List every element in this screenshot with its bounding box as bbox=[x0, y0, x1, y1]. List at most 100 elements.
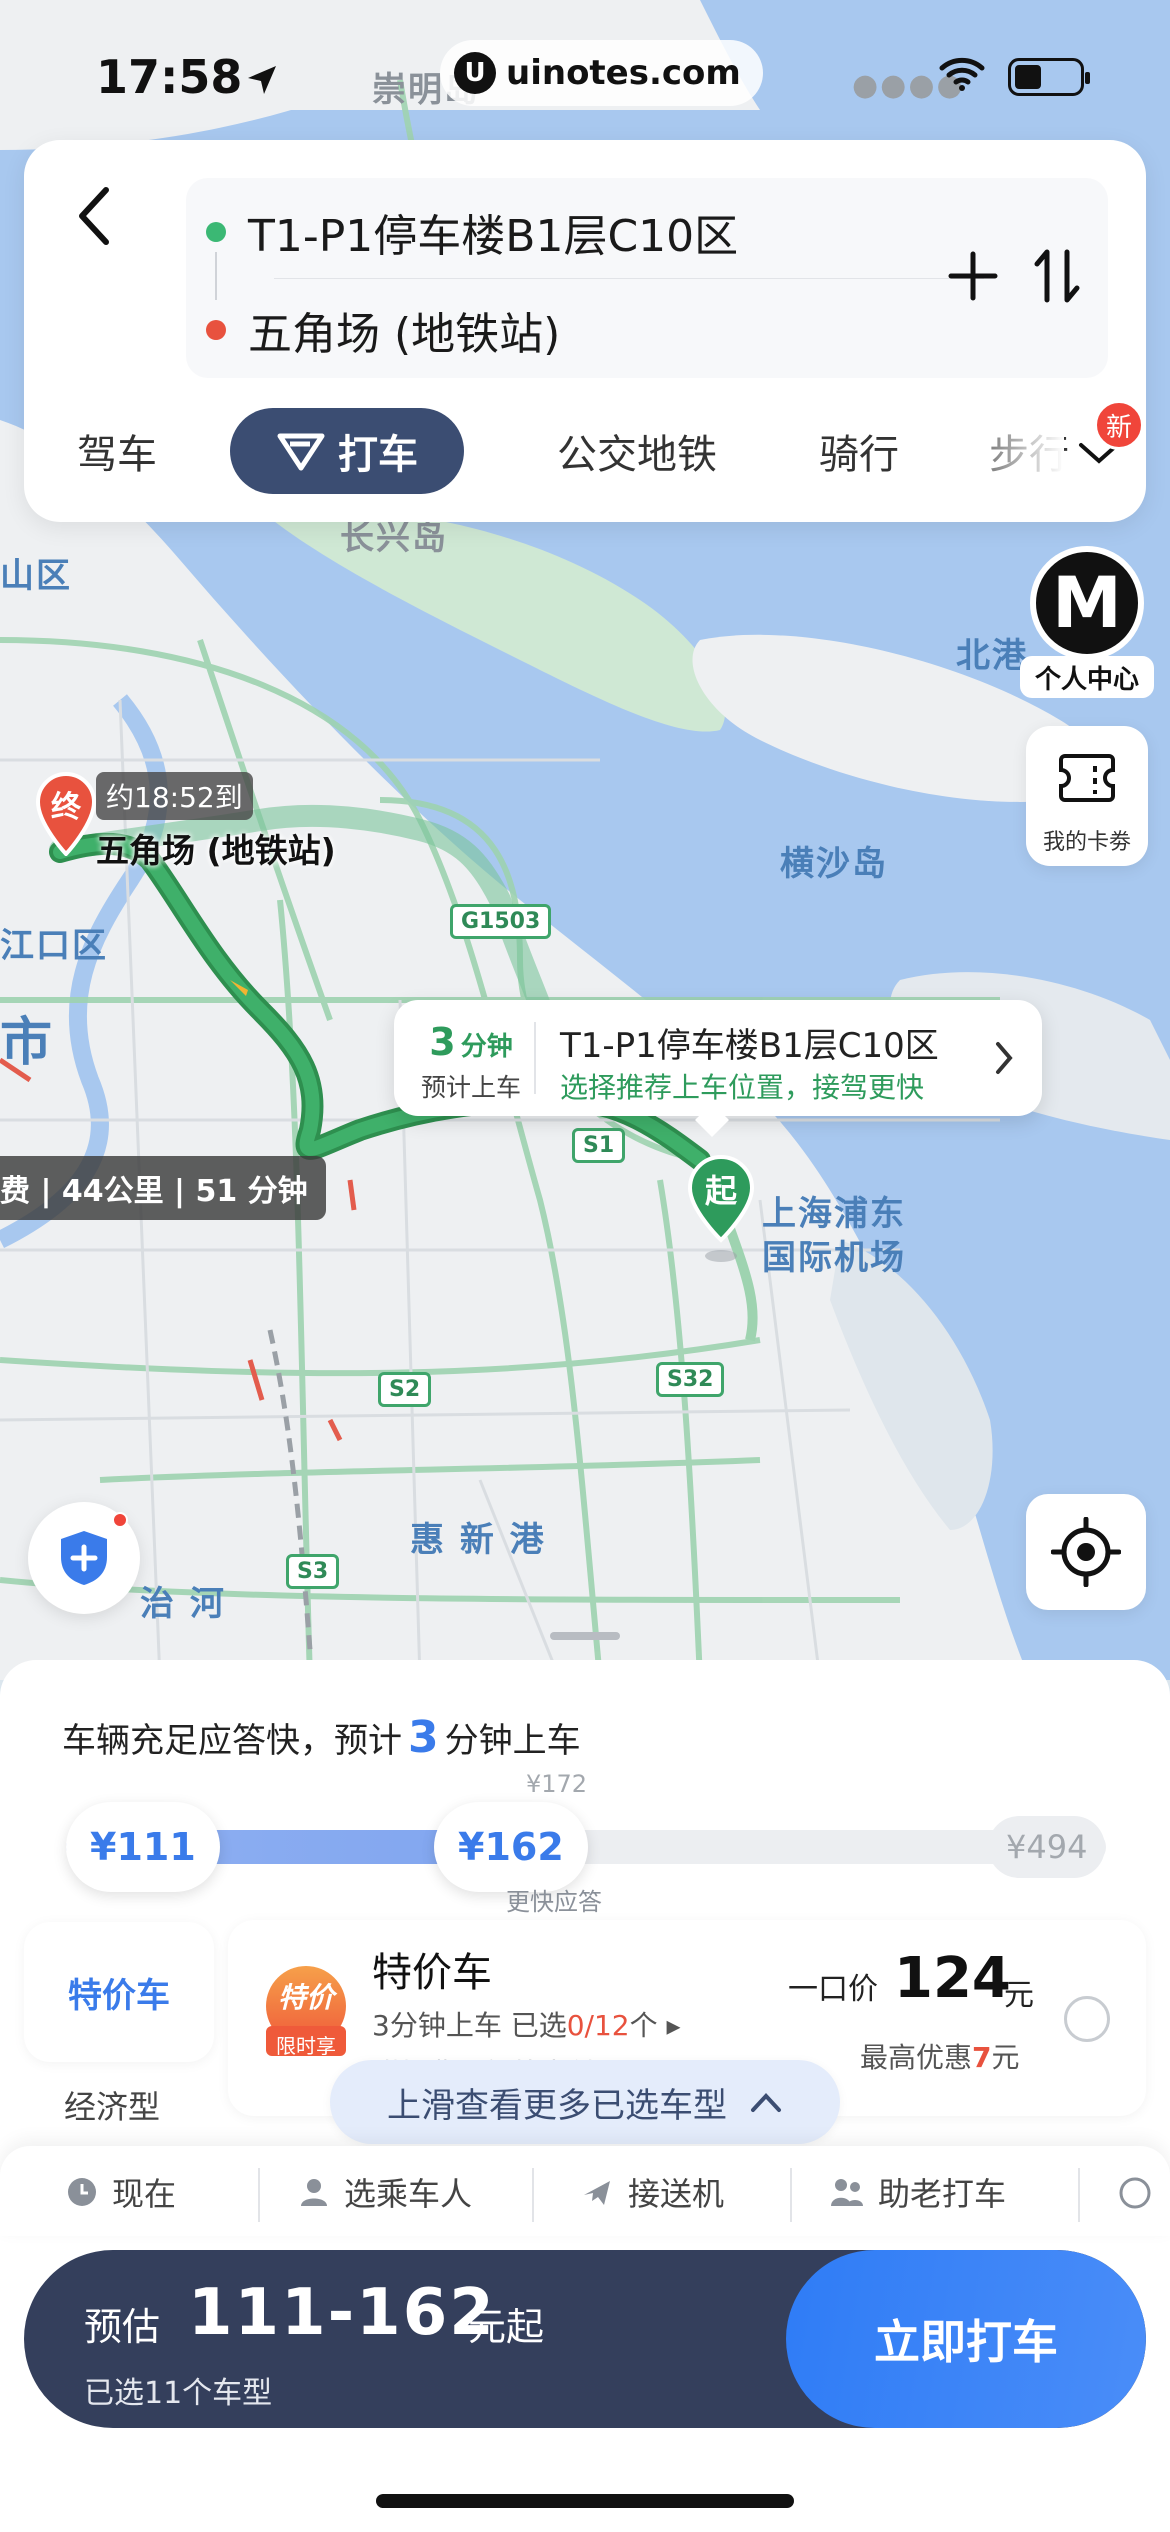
destination-row[interactable]: 五角场 (地铁站) bbox=[206, 298, 560, 362]
option-elder-ride[interactable]: 助老打车 bbox=[830, 2164, 1006, 2220]
road-shield-s2: S2 bbox=[378, 1372, 432, 1407]
destination-marker-label: 终 bbox=[51, 790, 81, 825]
shield-icon bbox=[61, 1531, 107, 1585]
location-arrow-icon bbox=[248, 66, 276, 94]
price-range-slider[interactable]: ¥172 ¥111 ¥162 更快应答 ¥494 bbox=[66, 1770, 1106, 1916]
profile-center-label: 个人中心 bbox=[1020, 656, 1154, 698]
route-card: T1-P1停车楼B1层C10区 五角场 (地铁站) 驾车 打车 公交地铁 骑行 … bbox=[24, 140, 1146, 522]
car-meta-post: 个 bbox=[629, 2009, 658, 2042]
map-label-shanqu: 山区 bbox=[0, 556, 72, 596]
tab-taxi[interactable]: 打车 bbox=[230, 408, 464, 494]
call-taxi-button[interactable]: 立即打车 bbox=[786, 2250, 1146, 2428]
profile-logo-icon: M bbox=[1030, 546, 1144, 660]
headline-minutes: 3 bbox=[408, 1712, 439, 1763]
discount-amount: 7 bbox=[972, 2041, 992, 2074]
option-divider bbox=[790, 2168, 792, 2222]
option-airport-label: 接送机 bbox=[628, 2175, 725, 2213]
address-box: T1-P1停车楼B1层C10区 五角场 (地铁站) bbox=[186, 178, 1108, 378]
sheet-drag-handle[interactable] bbox=[550, 1632, 620, 1640]
more-options-icon[interactable] bbox=[1118, 2176, 1152, 2210]
my-coupons-button[interactable]: 我的卡劵 bbox=[1026, 726, 1148, 866]
address-divider bbox=[274, 278, 984, 279]
car-select-checkbox[interactable] bbox=[1064, 1996, 1110, 2042]
category-tab-discount[interactable]: 特价车 bbox=[24, 1922, 214, 2062]
tab-bike[interactable]: 骑行 bbox=[794, 408, 924, 494]
clock-icon bbox=[68, 2178, 96, 2206]
notification-dot bbox=[112, 1512, 128, 1528]
option-divider bbox=[532, 2168, 534, 2222]
locate-crosshair-icon bbox=[1051, 1517, 1121, 1587]
elder-icon bbox=[831, 2179, 863, 2206]
map-label-shi: 市 bbox=[0, 1013, 55, 1073]
tab-drive[interactable]: 驾车 bbox=[52, 408, 182, 494]
pickup-hint: 选择推荐上车位置，接驾更快 bbox=[560, 1071, 925, 1104]
map-label-pudong-airport: 上海浦东 国际机场 bbox=[762, 1194, 906, 1278]
taxi-logo-icon bbox=[277, 433, 325, 471]
swap-icon bbox=[1034, 249, 1080, 303]
tab-transit[interactable]: 公交地铁 bbox=[522, 408, 752, 494]
start-marker-label: 起 bbox=[704, 1172, 737, 1210]
bottom-sheet: 车辆充足应答快，预计 3 分钟上车 ¥172 ¥111 ¥162 更快应答 ¥494… bbox=[0, 1660, 1170, 2532]
slider-below-label: 更快应答 bbox=[506, 1888, 602, 1916]
option-now-label: 现在 bbox=[112, 2175, 177, 2213]
option-divider bbox=[258, 2168, 260, 2222]
swap-route-button[interactable] bbox=[1022, 236, 1092, 316]
add-waypoint-button[interactable] bbox=[938, 236, 1008, 316]
option-airport[interactable]: 接送机 bbox=[580, 2164, 724, 2220]
discount-pre: 最高优惠 bbox=[860, 2041, 973, 2074]
pickup-eta-sub: 预计上车 bbox=[420, 1073, 521, 1102]
start-marker[interactable]: 起 bbox=[686, 1154, 756, 1270]
map-label-zhihe: 治 河 bbox=[140, 1584, 226, 1624]
status-time: 17:58 bbox=[96, 50, 243, 104]
road-shield-s1: S1 bbox=[572, 1128, 626, 1163]
swipe-up-hint[interactable]: 上滑查看更多已选车型 bbox=[330, 2060, 840, 2144]
pickup-headline: 车辆充足应答快，预计 3 分钟上车 bbox=[62, 1712, 581, 1763]
car-price: 124 bbox=[894, 1946, 1011, 2011]
logo-text-top: 特价 bbox=[277, 1981, 334, 2014]
person-icon bbox=[301, 2179, 327, 2206]
plane-icon bbox=[584, 2181, 610, 2205]
category-tab-economy[interactable]: 经济型 bbox=[64, 2082, 160, 2128]
profile-center-button[interactable]: M 个人中心 bbox=[1020, 546, 1170, 698]
map-label-beigang: 北港 bbox=[956, 636, 1028, 676]
address-connector bbox=[215, 252, 217, 300]
new-badge: 新 bbox=[1094, 400, 1144, 450]
plus-icon bbox=[948, 251, 998, 301]
route-summary-pill: 费 | 44公里 | 51 分钟 bbox=[0, 1156, 326, 1220]
pickup-eta-minutes: 3 bbox=[429, 1020, 456, 1064]
pickup-place: T1-P1停车楼B1层C10区 bbox=[560, 1026, 939, 1066]
back-button[interactable] bbox=[64, 176, 124, 256]
locate-me-button[interactable] bbox=[1026, 1494, 1146, 1610]
option-now[interactable]: 现在 bbox=[66, 2164, 176, 2220]
swipe-up-hint-text: 上滑查看更多已选车型 bbox=[387, 2085, 727, 2126]
car-meta-selected: 0/12 bbox=[566, 2009, 630, 2042]
estimate-label: 预估 bbox=[84, 2305, 161, 2349]
home-indicator[interactable] bbox=[376, 2494, 794, 2508]
my-coupons-label: 我的卡劵 bbox=[1042, 830, 1131, 855]
headline-post: 分钟上车 bbox=[444, 1721, 581, 1761]
pickup-eta-unit: 分钟 bbox=[460, 1032, 513, 1062]
slider-max-knob[interactable]: ¥162 bbox=[434, 1802, 588, 1892]
destination-marker[interactable]: 终 bbox=[34, 772, 98, 860]
option-elder-ride-label: 助老打车 bbox=[878, 2175, 1007, 2213]
pickup-recommendation-tip[interactable]: 3 分钟 预计上车 T1-P1停车楼B1层C10区 选择推荐上车位置，接驾更快 bbox=[394, 1000, 1042, 1137]
url-text: uinotes.com bbox=[506, 53, 741, 93]
origin-text: T1-P1停车楼B1层C10区 bbox=[248, 211, 739, 262]
headline-pre: 车辆充足应答快，预计 bbox=[62, 1721, 402, 1761]
estimate-suffix: 元起 bbox=[468, 2305, 545, 2349]
origin-dot-icon bbox=[206, 222, 226, 242]
car-meta: 3分钟上车 已选0/12个 ▸ bbox=[372, 2004, 681, 2044]
discount-post: 元 bbox=[991, 2041, 1020, 2074]
caret-right-icon: ▸ bbox=[666, 2009, 681, 2042]
slider-min-knob[interactable]: ¥111 bbox=[66, 1802, 220, 1892]
tab-taxi-label: 打车 bbox=[338, 432, 418, 478]
option-select-passenger[interactable]: 选乘车人 bbox=[298, 2164, 472, 2220]
road-shield-g1503: G1503 bbox=[450, 904, 552, 939]
car-meta-pre: 3分钟上车 已选 bbox=[372, 2009, 567, 2042]
chevron-left-icon bbox=[79, 187, 109, 245]
safety-center-button[interactable] bbox=[28, 1502, 140, 1614]
map-label-hongkou: 江口区 bbox=[0, 926, 108, 966]
uinotes-logo-icon: U bbox=[454, 52, 496, 94]
url-badge: U uinotes.com bbox=[440, 40, 763, 106]
origin-row[interactable]: T1-P1停车楼B1层C10区 bbox=[206, 200, 738, 264]
